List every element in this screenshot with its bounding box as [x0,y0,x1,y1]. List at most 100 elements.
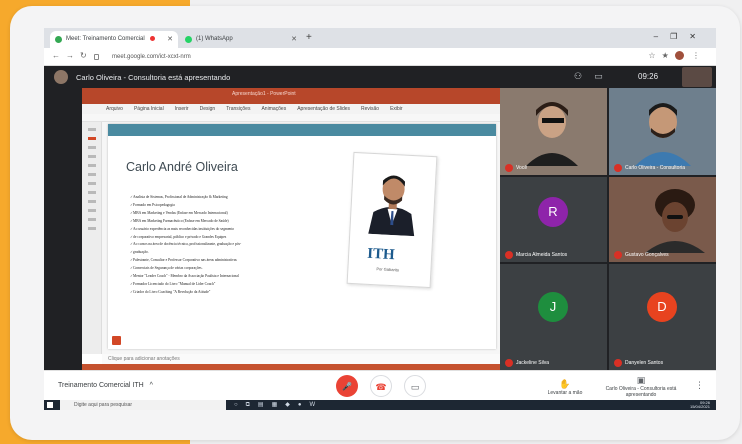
close-tab-icon[interactable]: ✕ [167,35,173,43]
participant-tile[interactable]: D Danyelen Santos [609,264,716,370]
extension-icon[interactable]: ★ [662,51,675,60]
muted-mic-icon [614,359,622,367]
url-input[interactable]: meet.google.com/ict-xcxt-nrm [102,52,622,63]
new-tab-button[interactable]: + [306,32,312,43]
word-icon[interactable]: W [310,402,324,408]
participant-initial: J [538,292,568,322]
menu-insert[interactable]: Inserir [175,106,189,112]
participant-name: Danyelen Santos [625,360,664,366]
notes-pane[interactable]: Clique para adicionar anotações [102,354,500,364]
powerpoint-title: Apresentação1 - PowerPoint [232,91,296,97]
slide-bullets: Analista de Sistemas, Profissional de Ad… [130,194,358,297]
address-bar: ←→↻ meet.google.com/ict-xcxt-nrm ☆★ ⋮ [44,48,716,66]
meet-top-icons: ⚇▭ [574,71,615,82]
more-options-icon[interactable]: ⋮ [695,380,704,391]
bullet: graduação. [130,249,358,257]
participant-tile[interactable]: R Marcia Almeida Santos [500,177,607,262]
presenter-photo [368,175,415,237]
presentation-status-button[interactable]: ▣ Carlo Oliveira - Consultoria está apre… [600,375,682,398]
reload-icon[interactable]: ↻ [80,51,93,60]
menu-review[interactable]: Revisão [361,106,379,112]
minimize-icon[interactable]: – [654,32,670,41]
camera-icon: ▭ [410,382,420,392]
browser-tabbar: Meet: Treinamento Comercial ✕ (1) WhatsA… [44,28,716,48]
bullet: MBA em Marketing Farmacêutico (Enfase em… [130,218,358,226]
window-controls[interactable]: –❐✕ [654,32,708,41]
store-icon[interactable]: ▦ [272,402,286,408]
thumb-marker [88,128,96,131]
participant-name: Marcia Almeida Santos [516,252,568,258]
muted-mic-icon [614,164,622,172]
presentation-status-label: Carlo Oliveira - Consultoria está aprese… [605,386,677,398]
chat-icon[interactable]: ▭ [594,71,615,81]
menu-animations[interactable]: Animações [261,106,286,112]
maximize-icon[interactable]: ❐ [670,32,689,41]
profile-avatar[interactable] [674,51,684,61]
windows-start-icon[interactable] [47,402,53,408]
browser-menu-icon[interactable]: ⋮ [692,51,706,60]
menu-file[interactable]: Arquivo [106,106,123,112]
cortana-icon[interactable]: ○ [234,402,246,408]
participant-tile[interactable]: Gustavo Gonçalves [609,177,716,262]
menu-design[interactable]: Design [200,106,216,112]
microphone-toggle-button[interactable]: 🎤 [336,375,358,397]
edge-icon[interactable]: ◆ [285,402,298,408]
slide-header-band [108,124,496,136]
thumb-marker [88,137,96,140]
bookmark-icon[interactable]: ☆ [648,51,661,60]
bullet: MBA em Marketing e Vendas (Enfase em Mer… [130,210,358,218]
tray-date: 15/04/2021 [689,404,710,409]
bullet: Criador do Livro Coaching "A Revolução d… [130,289,358,297]
participant-tile[interactable]: Carlo Oliveira - Consultoria [609,88,716,175]
bullet: Palestrante, Consultor e Professor Corpo… [130,257,358,265]
task-view-icon[interactable]: ⧉ [246,402,258,408]
thumb-marker [88,200,96,203]
tab-meet[interactable]: Meet: Treinamento Comercial ✕ [50,31,178,48]
self-view-thumbnail[interactable] [682,67,712,87]
forward-icon[interactable]: → [66,51,80,60]
leave-call-button[interactable]: ☎ [370,375,392,397]
powerpoint-menu: Arquivo Página Inicial Inserir Design Transi… [82,104,500,114]
bullet: Formador Licenciado do Livro "Manual de … [130,281,358,289]
present-screen-icon: ▣ [636,375,646,385]
slide-title: Carlo André Oliveira [126,160,238,174]
lock-icon [94,54,99,60]
back-icon[interactable]: ← [52,51,66,60]
tab-whatsapp[interactable]: (1) WhatsApp ✕ [180,31,302,48]
people-icon[interactable]: ⚇ [574,71,594,81]
chrome-icon[interactable]: ● [298,402,310,408]
powerpoint-titlebar: Apresentação1 - PowerPoint [82,88,500,104]
meet-top-bar: Carlo Oliveira - Consultoria está aprese… [44,66,716,88]
close-tab-icon[interactable]: ✕ [291,35,297,43]
meeting-details-button[interactable]: Treinamento Comercial ITH ^ [58,382,153,389]
participant-initial: D [647,292,677,322]
participant-tile[interactable]: Você [500,88,607,175]
menu-home[interactable]: Página Inicial [134,106,164,112]
menu-slideshow[interactable]: Apresentação de Slides [297,106,350,112]
whatsapp-favicon-icon [185,36,192,43]
participant-tile[interactable]: J Jackeline Silva [500,264,607,370]
slide-canvas: Carlo André Oliveira Analista de Sistema… [102,122,500,354]
participant-name: Carlo Oliveira - Consultoria [625,165,686,171]
bullet: Mentor "Leader Coach" - Membro da Associ… [130,273,358,281]
camera-toggle-button[interactable]: ▭ [404,375,426,397]
bullet: Analista de Sistemas, Profissional de Ad… [130,194,358,202]
thumb-marker [88,173,96,176]
thumb-marker [88,209,96,212]
menu-transitions[interactable]: Transições [226,106,250,112]
tab-label: Meet: Treinamento Comercial [66,36,145,43]
menu-view[interactable]: Exibir [390,106,403,112]
taskbar-search-input[interactable]: Digite aqui para pesquisar [60,400,226,410]
system-tray[interactable]: 09:26 15/04/2021 [690,401,710,409]
recording-dot-icon [150,36,156,41]
powerpoint-icon [112,336,121,345]
slide-thumbnails[interactable] [82,122,102,354]
close-window-icon[interactable]: ✕ [689,32,708,41]
logo-subtitle: Por Gabarito [376,266,400,273]
hand-icon: ✋ [559,379,571,389]
address-actions: ☆★ ⋮ [648,51,706,61]
explorer-icon[interactable]: ▤ [258,402,272,408]
chevron-up-icon: ^ [149,382,153,389]
meeting-clock: 09:26 [638,72,659,81]
raise-hand-button[interactable]: ✋ Levantar a mão [540,379,590,396]
